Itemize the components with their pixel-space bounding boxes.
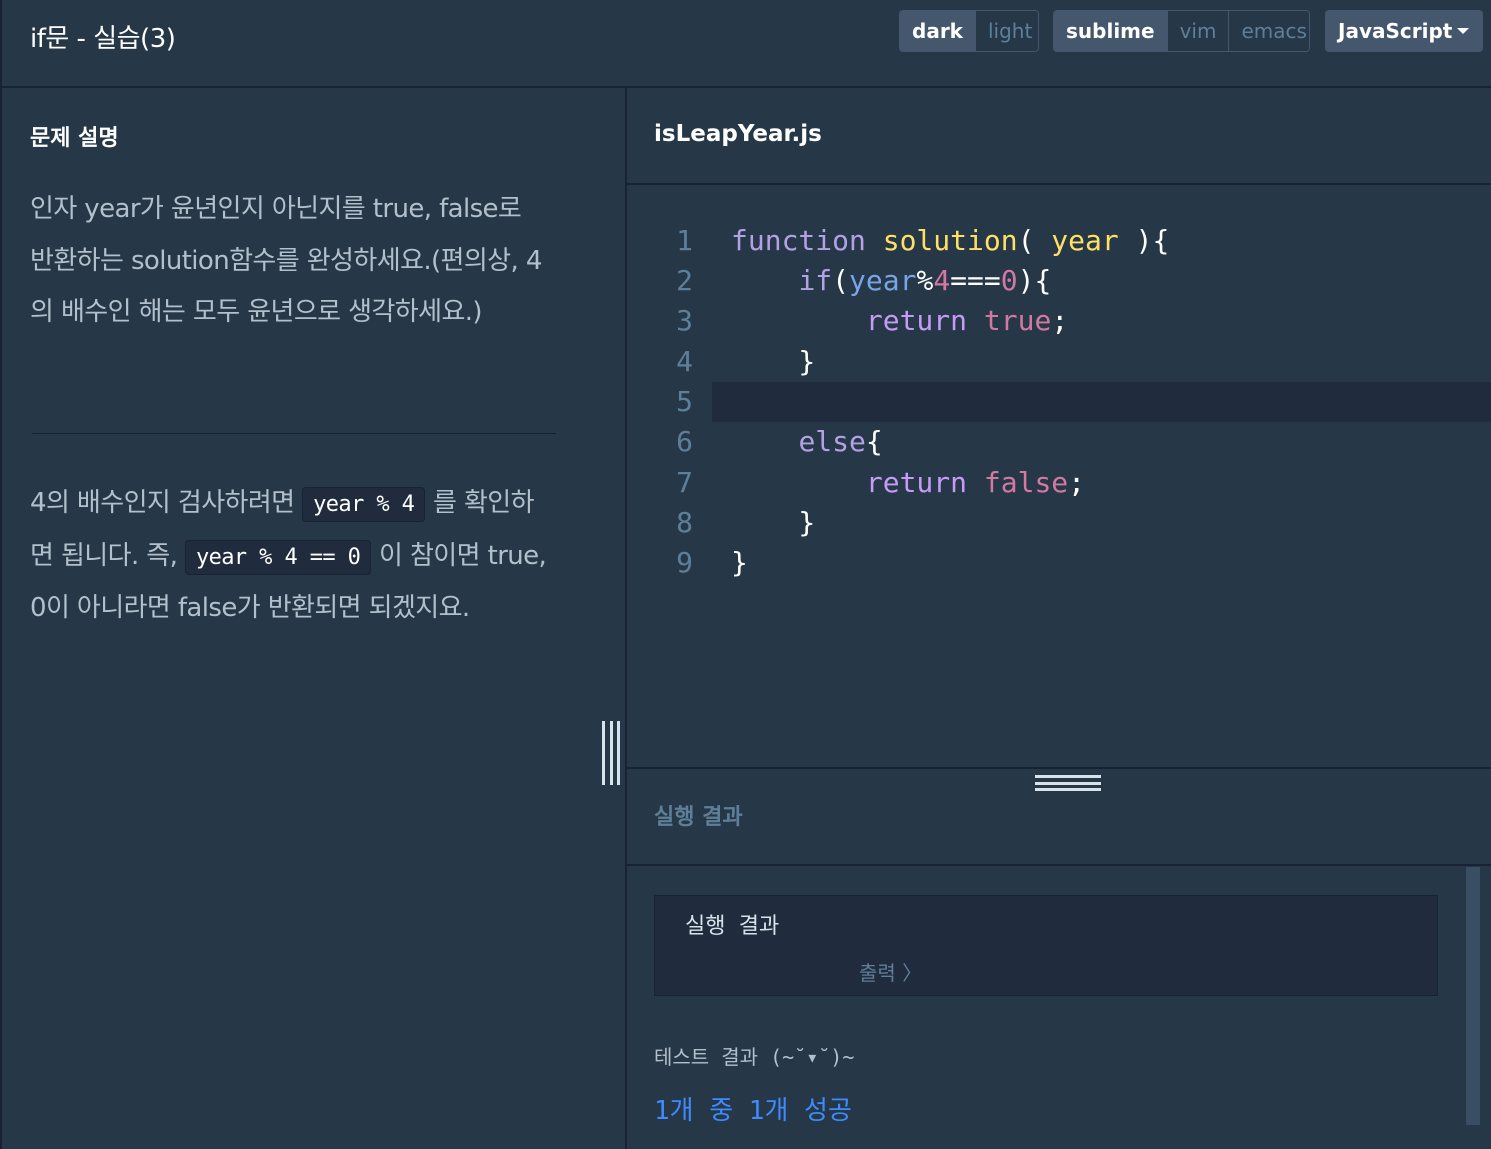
inline-code: year % 4 == 0: [184, 539, 372, 575]
panel-resize-handle[interactable]: [602, 721, 620, 785]
keymap-toggle: sublime vim emacs: [1053, 10, 1310, 52]
code-line: 4 }: [627, 342, 1491, 382]
code-line: 2 if(year%4===0){: [627, 261, 1491, 301]
code-line: 5: [627, 382, 1491, 422]
result-scrollbar[interactable]: [1466, 867, 1480, 1125]
test-result-label: 테스트 결과 (~˘▾˘)~: [654, 1045, 855, 1069]
line-number: 6: [676, 425, 693, 458]
line-number: 8: [676, 506, 693, 539]
code-line: 1 function solution( year ){: [627, 221, 1491, 261]
code-line: 9 }: [627, 543, 1491, 583]
page-title: if문 - 실습(3): [30, 24, 176, 54]
problem-heading: 문제 설명: [30, 126, 119, 151]
problem-panel: 문제 설명 인자 year가 윤년인지 아닌지를 true, false로 반환…: [0, 88, 625, 1149]
chevron-down-icon: [1457, 28, 1469, 34]
theme-dark-button[interactable]: dark: [900, 11, 975, 51]
output-title: 실행 결과: [685, 914, 780, 939]
line-number: 9: [676, 546, 693, 579]
output-placeholder: 출력 〉: [859, 961, 923, 985]
inline-code: year % 4: [302, 487, 426, 522]
line-number: 1: [676, 224, 693, 257]
problem-hint: 4의 배수인지 검사하려면 year % 4 를 확인하면 됩니다. 즉, ye…: [30, 478, 550, 635]
line-number: 2: [676, 264, 693, 297]
output-console: 실행 결과 출력 〉: [654, 895, 1438, 996]
editor-header: isLeapYear.js: [627, 88, 1491, 185]
line-number: 3: [676, 304, 693, 337]
result-title: 실행 결과: [654, 805, 743, 830]
hint-text: 4의 배수인지 검사하려면: [30, 488, 303, 518]
line-number: 7: [676, 466, 693, 499]
keymap-sublime-button[interactable]: sublime: [1054, 11, 1167, 51]
line-number: 4: [676, 345, 693, 378]
language-select[interactable]: JavaScript: [1325, 10, 1483, 52]
code-editor[interactable]: 1 function solution( year ){ 2 if(year%4…: [627, 187, 1491, 767]
line-number: 5: [676, 385, 693, 418]
code-line: 7 return false;: [627, 463, 1491, 503]
editor-resize-handle[interactable]: [1035, 775, 1101, 791]
problem-description: 인자 year가 윤년인지 아닌지를 true, false로 반환하는 sol…: [30, 194, 542, 327]
language-select-label: JavaScript: [1338, 19, 1453, 43]
keymap-vim-button[interactable]: vim: [1166, 11, 1229, 51]
code-line: 3 return true;: [627, 301, 1491, 341]
code-line: 6 else{: [627, 422, 1491, 462]
test-result-summary: 1개 중 1개 성공: [654, 1096, 852, 1126]
keymap-emacs-button[interactable]: emacs: [1228, 11, 1309, 51]
theme-light-button[interactable]: light: [974, 11, 1038, 51]
theme-toggle: dark light: [899, 10, 1039, 52]
top-header: if문 - 실습(3) dark light sublime vim emacs…: [0, 0, 1491, 88]
editor-filename: isLeapYear.js: [654, 121, 822, 147]
code-line: 8 }: [627, 503, 1491, 543]
divider: [32, 433, 556, 434]
